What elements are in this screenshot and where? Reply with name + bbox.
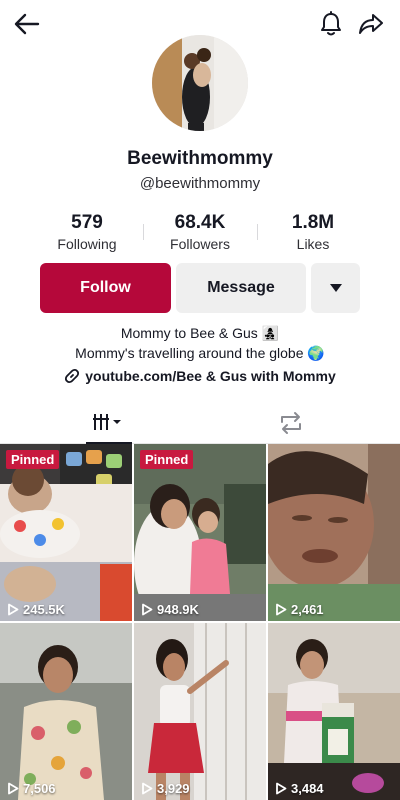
video-tile[interactable]: Pinned 948.9K <box>134 444 266 621</box>
avatar-photo <box>152 35 248 131</box>
notifications-button[interactable] <box>314 8 348 40</box>
bio-line-2: Mommy's travelling around the globe 🌍 <box>75 345 325 361</box>
video-tile[interactable]: 2,461 <box>268 444 400 621</box>
bio-line-1: Mommy to Bee & Gus 👩‍👧‍👦 <box>120 325 280 341</box>
follow-button[interactable]: Follow <box>40 263 171 313</box>
video-tile[interactable]: 3,929 <box>134 623 266 800</box>
stat-followers-label: Followers <box>170 236 230 252</box>
view-count: 245.5K <box>7 602 65 617</box>
stat-followers-value: 68.4K <box>174 212 226 233</box>
profile-display-name: Beewithmommy <box>127 148 273 169</box>
stat-likes[interactable]: 1.8M Likes <box>258 212 368 253</box>
profile-link[interactable]: youtube.com/Bee & Gus with Mommy <box>0 368 400 384</box>
view-count-text: 948.9K <box>157 602 199 617</box>
stat-followers[interactable]: 68.4K Followers <box>145 212 255 253</box>
stat-following-label: Following <box>57 236 117 252</box>
view-count-text: 245.5K <box>23 602 65 617</box>
profile-handle: @beewithmommy <box>139 175 261 192</box>
play-outline-icon <box>276 603 287 616</box>
view-count-text: 3,484 <box>291 781 324 796</box>
view-count: 2,461 <box>275 602 324 617</box>
video-thumbnail <box>268 623 400 800</box>
tab-reposts[interactable] <box>268 402 314 444</box>
video-tile[interactable]: Pinned 245.5K <box>0 444 132 621</box>
video-thumbnail <box>0 444 132 621</box>
view-count: 3,484 <box>275 781 324 796</box>
view-count-text: 3,929 <box>157 781 190 796</box>
play-outline-icon <box>8 603 19 616</box>
video-thumbnail <box>134 623 266 800</box>
avatar[interactable] <box>152 35 248 131</box>
video-thumbnail <box>0 623 132 800</box>
view-count: 3,929 <box>141 781 190 796</box>
bell-icon <box>321 11 341 36</box>
profile-actions: Follow Message <box>0 263 400 313</box>
view-count: 7,506 <box>7 781 56 796</box>
caret-down-icon <box>329 284 342 292</box>
video-grid: Pinned 245.5K Pinned 948.9K 2,461 7,506 … <box>0 444 400 800</box>
stat-following-value: 579 <box>71 212 103 233</box>
pinned-badge: Pinned <box>140 450 194 469</box>
tab-videos[interactable] <box>86 402 132 444</box>
stat-divider <box>143 224 144 240</box>
video-thumbnail <box>134 444 266 621</box>
profile-link-text: youtube.com/Bee & Gus with Mommy <box>85 368 336 384</box>
play-outline-icon <box>142 782 153 795</box>
share-arrow-icon <box>359 14 383 34</box>
stat-likes-label: Likes <box>296 236 330 252</box>
arrow-left-icon <box>14 13 40 35</box>
video-thumbnail <box>268 444 400 621</box>
share-button[interactable] <box>354 8 388 40</box>
video-tile[interactable]: 3,484 <box>268 623 400 800</box>
stat-likes-value: 1.8M <box>291 212 335 233</box>
repost-icon <box>281 412 301 434</box>
profile-bio: Mommy to Bee & Gus 👩‍👧‍👦 Mommy's travell… <box>0 323 400 363</box>
play-outline-icon <box>276 782 287 795</box>
message-button[interactable]: Message <box>176 263 306 313</box>
grid-lines-icon <box>93 414 121 430</box>
link-icon <box>65 368 80 384</box>
view-count-text: 2,461 <box>291 602 324 617</box>
view-count-text: 7,506 <box>23 781 56 796</box>
stat-following[interactable]: 579 Following <box>32 212 142 253</box>
view-count: 948.9K <box>141 602 199 617</box>
profile-stats: 579 Following 68.4K Followers 1.8M Likes <box>0 212 400 252</box>
content-tabs <box>0 402 400 444</box>
more-options-button[interactable] <box>311 263 360 313</box>
play-outline-icon <box>142 603 153 616</box>
play-outline-icon <box>8 782 19 795</box>
pinned-badge: Pinned <box>6 450 60 469</box>
back-button[interactable] <box>10 8 44 40</box>
video-tile[interactable]: 7,506 <box>0 623 132 800</box>
